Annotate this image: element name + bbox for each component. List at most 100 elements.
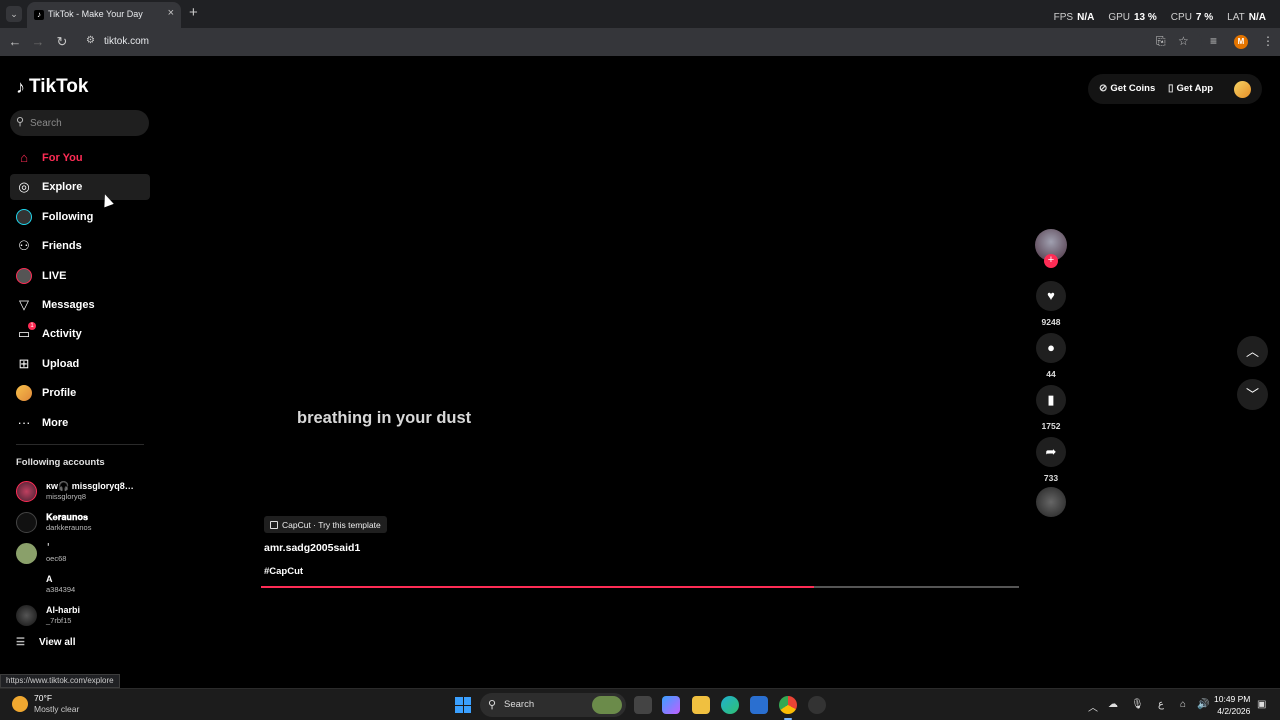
account-name: A bbox=[46, 574, 53, 584]
weather-widget[interactable]: 70°F Mostly clear bbox=[12, 693, 79, 715]
performance-overlay: FPS N/A GPU 13 % CPU 7 % LAT N/A bbox=[1053, 12, 1266, 23]
video-progress-bar[interactable] bbox=[261, 586, 1019, 588]
browser-tab[interactable]: ♪ TikTok - Make Your Day × bbox=[27, 2, 181, 28]
account-avatar bbox=[16, 543, 37, 564]
account-avatar bbox=[16, 481, 37, 502]
tab-search-chevron-icon[interactable]: ⌄ bbox=[6, 6, 22, 22]
account-avatar bbox=[16, 605, 37, 626]
tray-chevron-icon[interactable]: ︿ bbox=[1088, 699, 1098, 714]
phone-icon: ▯ bbox=[1168, 83, 1174, 94]
previous-video-button[interactable]: ︿ bbox=[1237, 336, 1268, 367]
account-item[interactable]: A a384394 bbox=[16, 571, 150, 602]
profile-avatar[interactable]: M bbox=[1234, 35, 1248, 49]
share-arrow-icon: ➦ bbox=[1036, 437, 1066, 467]
account-handle: a384394 bbox=[46, 585, 76, 594]
nav-profile[interactable]: Profile bbox=[10, 380, 150, 406]
bookmark-star-icon[interactable]: ☆ bbox=[1178, 34, 1189, 48]
nav-more[interactable]: ··· More bbox=[10, 410, 150, 436]
nav-following[interactable]: Following bbox=[10, 204, 150, 230]
search-box[interactable]: ⚲ bbox=[10, 110, 149, 136]
live-icon bbox=[16, 267, 32, 284]
nav-messages[interactable]: ▽ Messages bbox=[10, 292, 150, 318]
share-button[interactable]: ➦ 733 bbox=[1034, 437, 1068, 483]
nav-label: Explore bbox=[42, 181, 83, 194]
nav-for-you[interactable]: ⌂ For You bbox=[10, 145, 150, 171]
search-input[interactable] bbox=[30, 114, 142, 132]
plus-square-icon: ⊞ bbox=[18, 355, 30, 371]
browser-toolbar: ← → ↻ ⚙ tiktok.com ⎘ ☆ ≡ M ⋮ bbox=[0, 28, 1280, 56]
install-app-icon[interactable]: ⎘ bbox=[1156, 34, 1166, 49]
profile-avatar-icon bbox=[16, 385, 32, 402]
music-disc-avatar[interactable] bbox=[1036, 487, 1066, 517]
address-bar[interactable]: ⚙ tiktok.com bbox=[82, 31, 1202, 53]
new-tab-button[interactable]: + bbox=[189, 4, 198, 21]
next-video-button[interactable]: ﹀ bbox=[1237, 379, 1268, 410]
account-item[interactable]: 𝐊𝐞𝐫𝐚𝐮𝐧𝐨𝐬 darkkeraunos bbox=[16, 509, 150, 540]
video-caption-overlay: breathing in your dust bbox=[297, 409, 472, 427]
account-name: 𝐊𝐞𝐫𝐚𝐮𝐧𝐨𝐬 bbox=[46, 512, 88, 522]
file-explorer-icon[interactable] bbox=[692, 696, 710, 714]
copilot-icon[interactable] bbox=[662, 696, 680, 714]
url-text[interactable]: tiktok.com bbox=[104, 36, 149, 47]
tiktok-logo[interactable]: ♪ TikTok bbox=[16, 76, 88, 98]
account-item[interactable]: Al-harbi _7rbf15 bbox=[16, 602, 150, 633]
capcut-template-link[interactable]: CapCut · Try this template bbox=[264, 516, 387, 533]
browser-tab-strip: ⌄ ♪ TikTok - Make Your Day × + FPS N/A GP… bbox=[0, 0, 1280, 28]
system-clock[interactable]: 10:49 PM 4/2/2026 bbox=[1214, 693, 1250, 717]
volume-icon[interactable]: 🔊 bbox=[1197, 699, 1209, 710]
top-actions-bar: ⊘ Get Coins ▯ Get App bbox=[1088, 74, 1262, 104]
account-item[interactable]: ĸw🎧 missgloryq8… missgloryq8 bbox=[16, 478, 150, 509]
reload-icon[interactable]: ↻ bbox=[54, 34, 70, 50]
nav-label: Activity bbox=[42, 328, 82, 341]
app-icon[interactable] bbox=[808, 696, 826, 714]
following-accounts-list: ĸw🎧 missgloryq8… missgloryq8 𝐊𝐞𝐫𝐚𝐮𝐧𝐨𝐬 da… bbox=[16, 478, 150, 633]
save-button[interactable]: ▮ 1752 bbox=[1034, 385, 1068, 431]
user-avatar[interactable] bbox=[1234, 81, 1251, 98]
follow-plus-icon[interactable]: + bbox=[1044, 254, 1058, 268]
clock-time: 10:49 PM bbox=[1214, 694, 1251, 704]
search-highlight-image bbox=[592, 696, 622, 714]
task-view-icon[interactable] bbox=[634, 696, 652, 714]
edge-icon[interactable] bbox=[721, 696, 739, 714]
network-icon[interactable]: ⌂ bbox=[1180, 699, 1186, 710]
nav-explore[interactable]: ◎ Explore bbox=[10, 174, 150, 201]
view-all-label: View all bbox=[38, 637, 76, 648]
tab-title: TikTok - Make Your Day bbox=[48, 9, 143, 19]
menu-dots-icon[interactable]: ⋮ bbox=[1262, 34, 1274, 48]
language-icon[interactable]: ع bbox=[1158, 699, 1164, 710]
account-avatar bbox=[16, 574, 37, 595]
view-all-button[interactable]: ☰ View all bbox=[16, 637, 75, 648]
video-hashtag[interactable]: #CapCut bbox=[264, 566, 303, 577]
video-author[interactable]: amr.sadg2005said1 bbox=[264, 542, 360, 554]
onedrive-icon[interactable]: ☁ bbox=[1108, 699, 1118, 710]
tab-close-icon[interactable]: × bbox=[168, 7, 174, 19]
nav-upload[interactable]: ⊞ Upload bbox=[10, 351, 150, 377]
like-button[interactable]: ♥ 9248 bbox=[1034, 281, 1068, 327]
get-app-button[interactable]: ▯ Get App bbox=[1168, 83, 1213, 94]
forward-arrow-icon[interactable]: → bbox=[30, 34, 46, 49]
microphone-icon[interactable]: 🎙 bbox=[1131, 699, 1144, 710]
get-coins-button[interactable]: ⊘ Get Coins bbox=[1099, 83, 1155, 94]
media-controls-icon[interactable]: ≡ bbox=[1210, 34, 1217, 48]
store-icon[interactable] bbox=[750, 696, 768, 714]
nav-label: For You bbox=[42, 152, 83, 164]
start-button[interactable] bbox=[455, 697, 471, 713]
back-arrow-icon[interactable]: ← bbox=[7, 34, 23, 49]
logo-text: TikTok bbox=[29, 76, 89, 97]
nav-friends[interactable]: ⚇ Friends bbox=[10, 233, 150, 259]
taskbar-search[interactable]: ⚲ Search bbox=[480, 693, 626, 717]
weather-temp: 70°F bbox=[34, 693, 53, 703]
nav-label: Upload bbox=[42, 357, 80, 370]
account-item[interactable]: ٰ oec68 bbox=[16, 540, 150, 571]
get-app-label: Get App bbox=[1176, 83, 1214, 94]
nav-live[interactable]: LIVE bbox=[10, 263, 150, 289]
more-dots-icon: ··· bbox=[17, 414, 31, 430]
site-info-icon[interactable]: ⚙ bbox=[86, 35, 95, 46]
chevron-down-icon: ﹀ bbox=[1245, 387, 1259, 402]
following-accounts-title: Following accounts bbox=[16, 457, 105, 468]
notification-icon[interactable]: ▣ bbox=[1257, 699, 1266, 710]
account-avatar bbox=[16, 512, 37, 533]
comment-button[interactable]: ● 44 bbox=[1034, 333, 1068, 379]
chrome-icon[interactable] bbox=[779, 696, 797, 720]
nav-activity[interactable]: ▭ 1 Activity bbox=[10, 321, 150, 347]
